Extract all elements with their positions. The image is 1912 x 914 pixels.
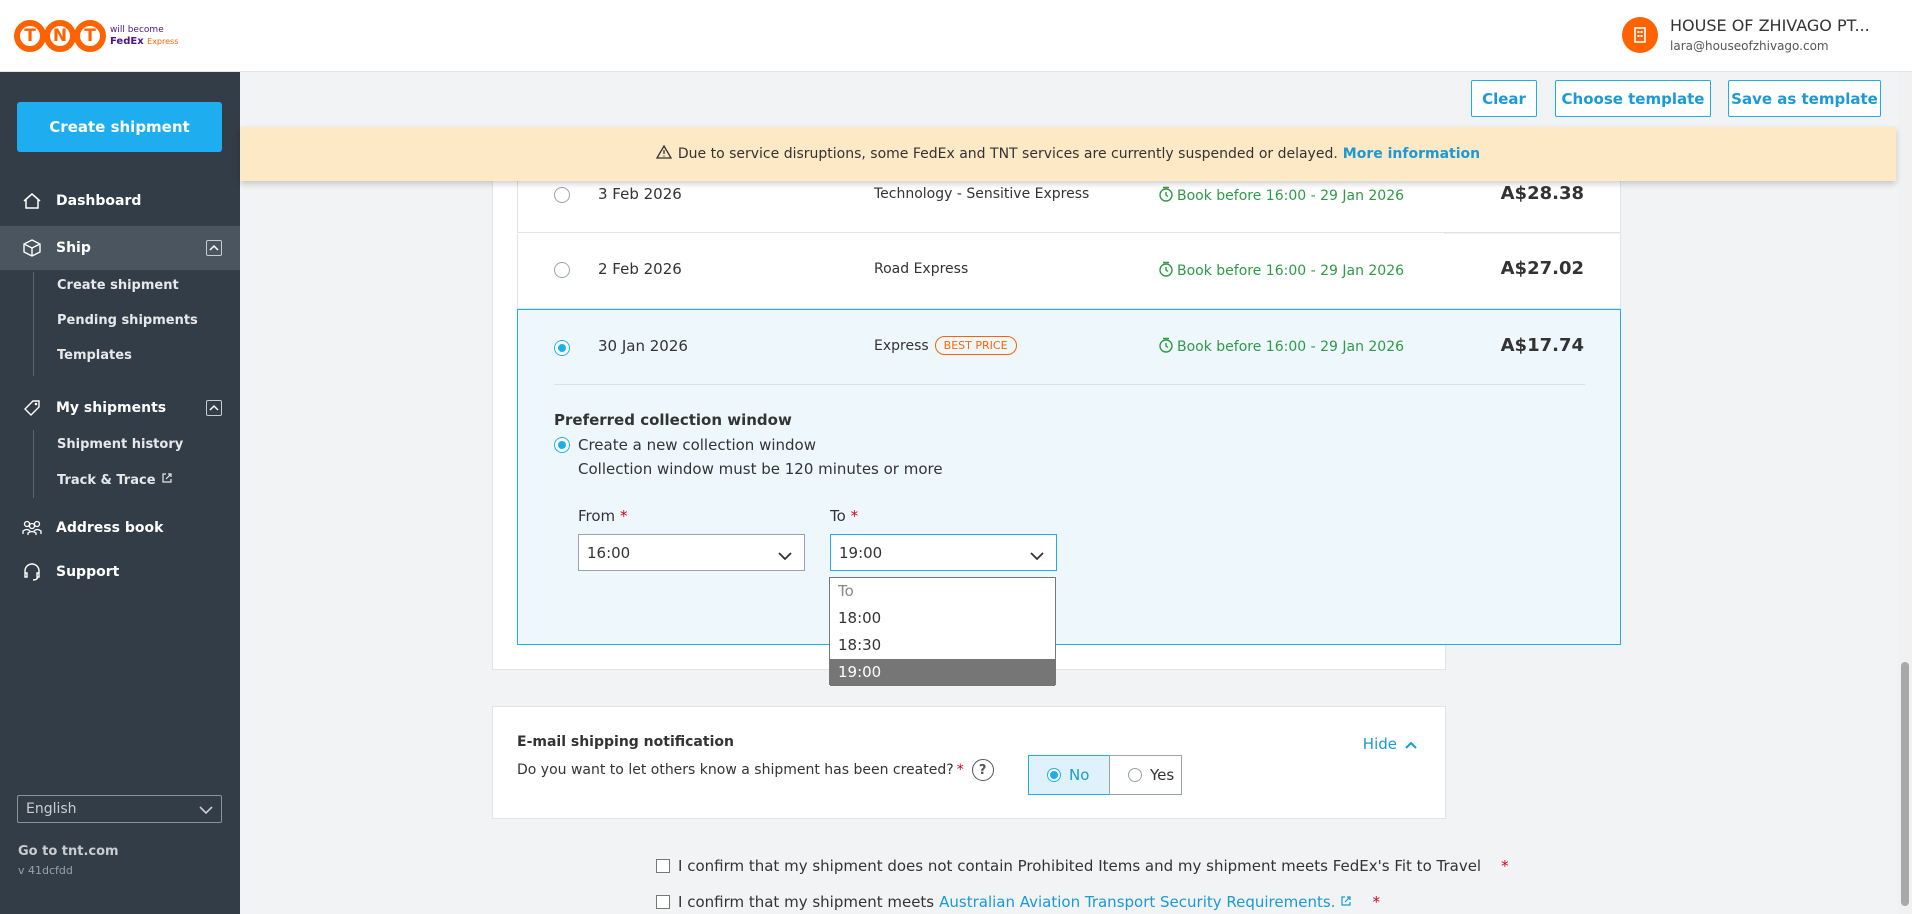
aviation-requirements-link[interactable]: Australian Aviation Transport Security R… <box>939 893 1335 911</box>
service-option-row-selected[interactable]: 30 Jan 2026 Express BEST PRICE Book befo… <box>517 309 1621 645</box>
dropdown-option-selected[interactable]: 19:00 <box>830 659 1055 686</box>
sidebar-item-create-shipment[interactable]: Create shipment <box>57 278 179 293</box>
top-header: T N T will become FedEx Express HOUSE OF… <box>0 0 1912 72</box>
dropdown-option[interactable]: To <box>830 578 1055 605</box>
clock-icon <box>1158 337 1174 357</box>
email-notification-card: E-mail shipping notification Do you want… <box>492 706 1446 819</box>
delivery-date: 2 Feb 2026 <box>598 260 682 278</box>
delivery-date: 30 Jan 2026 <box>598 337 688 355</box>
new-collection-window-option[interactable]: Create a new collection window <box>554 436 816 454</box>
more-information-link[interactable]: More information <box>1343 146 1480 162</box>
best-price-badge: BEST PRICE <box>934 336 1017 355</box>
external-link-icon <box>1340 893 1352 911</box>
clock-icon <box>1158 261 1174 281</box>
sidebar-item-shipment-history[interactable]: Shipment history <box>57 437 183 452</box>
account-email: lara@houseofzhivago.com <box>1670 39 1829 53</box>
sidebar-item-address-book[interactable]: Address book <box>0 506 240 550</box>
external-link-icon <box>161 472 173 488</box>
service-radio[interactable] <box>554 187 570 203</box>
service-radio[interactable] <box>554 262 570 278</box>
chevron-down-icon <box>1030 547 1044 565</box>
book-before: Book before 16:00 - 29 Jan 2026 <box>1158 337 1404 357</box>
sidebar-item-dashboard[interactable]: Dashboard <box>0 179 240 223</box>
account-name: HOUSE OF ZHIVAGO PT... <box>1670 16 1870 35</box>
service-option-row[interactable]: 2 Feb 2026 Road Express Book before 16:0… <box>517 234 1621 309</box>
create-shipment-button[interactable]: Create shipment <box>17 102 222 152</box>
aviation-security-confirm[interactable]: I confirm that my shipment meets Austral… <box>656 893 1380 911</box>
warning-icon <box>655 144 673 163</box>
service-price: A$17.74 <box>1500 335 1584 356</box>
email-notification-title: E-mail shipping notification <box>517 734 734 750</box>
prohibited-items-confirm[interactable]: I confirm that my shipment does not cont… <box>656 857 1509 875</box>
collection-radio[interactable] <box>554 437 570 453</box>
sidebar-item-track-trace[interactable]: Track & Trace <box>57 472 173 488</box>
home-icon <box>20 189 44 213</box>
choose-template-button[interactable]: Choose template <box>1555 80 1711 117</box>
divider <box>554 384 1585 385</box>
service-price: A$28.38 <box>1500 183 1584 204</box>
sidebar-item-pending-shipments[interactable]: Pending shipments <box>57 313 198 328</box>
goto-tnt-link[interactable]: Go to tnt.com <box>18 844 119 859</box>
language-select[interactable]: English <box>17 795 222 823</box>
scrollbar-thumb[interactable] <box>1901 662 1909 906</box>
page-scrollbar[interactable] <box>1898 72 1912 914</box>
dropdown-option[interactable]: 18:30 <box>830 632 1055 659</box>
notification-yes-option[interactable]: Yes <box>1109 755 1182 795</box>
sidebar-item-my-shipments[interactable]: My shipments <box>0 386 240 430</box>
headset-icon <box>20 560 44 584</box>
email-notification-question: Do you want to let others know a shipmen… <box>517 759 994 781</box>
to-time-select[interactable]: 19:00 <box>830 534 1057 571</box>
chevron-up-icon[interactable] <box>206 240 222 256</box>
chevron-up-icon[interactable] <box>206 400 222 416</box>
chevron-down-icon <box>778 547 792 565</box>
service-name: Road Express <box>874 261 969 277</box>
sidebar-item-support[interactable]: Support <box>0 550 240 594</box>
tag-icon <box>20 396 44 420</box>
sidebar: Create shipment Dashboard Ship Create sh… <box>0 72 240 914</box>
box-icon <box>20 236 44 260</box>
sidebar-item-ship[interactable]: Ship <box>0 226 240 270</box>
logo-tagline: will become FedEx Express <box>110 25 179 47</box>
people-icon <box>20 516 44 540</box>
to-time-dropdown: To 18:00 18:30 19:00 <box>829 577 1056 686</box>
tnt-logo[interactable]: T N T will become FedEx Express <box>14 18 178 54</box>
chevron-up-icon <box>1405 735 1417 753</box>
sidebar-item-templates[interactable]: Templates <box>57 348 132 363</box>
checkbox[interactable] <box>656 859 670 873</box>
submenu-line <box>33 272 34 376</box>
delivery-date: 3 Feb 2026 <box>598 185 682 203</box>
service-price: A$27.02 <box>1500 258 1584 279</box>
account-menu[interactable]: HOUSE OF ZHIVAGO PT... lara@houseofzhiva… <box>1622 16 1870 53</box>
tnt-logo-mark: T N T <box>14 20 106 52</box>
checkbox[interactable] <box>656 895 670 909</box>
book-before: Book before 16:00 - 29 Jan 2026 <box>1158 186 1404 206</box>
version-label: v 41dcfdd <box>18 864 73 877</box>
collection-window-note: Collection window must be 120 minutes or… <box>578 460 943 478</box>
hide-toggle[interactable]: Hide <box>1363 735 1417 753</box>
service-name: Technology - Sensitive Express <box>874 186 1090 202</box>
action-bar: Clear Choose template Save as template <box>240 72 1912 127</box>
building-icon <box>1622 16 1658 53</box>
submenu-line <box>33 430 34 498</box>
help-icon[interactable]: ? <box>971 759 994 781</box>
clock-icon <box>1158 186 1174 206</box>
book-before: Book before 16:00 - 29 Jan 2026 <box>1158 261 1404 281</box>
from-label: From * <box>578 507 628 525</box>
notification-no-option[interactable]: No <box>1028 755 1110 795</box>
dropdown-option[interactable]: 18:00 <box>830 605 1055 632</box>
from-time-select[interactable]: 16:00 <box>578 534 805 571</box>
clear-button[interactable]: Clear <box>1471 80 1537 117</box>
service-name: Express BEST PRICE <box>874 336 1017 355</box>
service-radio[interactable] <box>554 340 570 356</box>
chevron-down-icon <box>199 803 213 819</box>
radio[interactable] <box>1128 768 1142 782</box>
collection-window-title: Preferred collection window <box>554 411 792 429</box>
to-label: To * <box>830 507 859 525</box>
radio[interactable] <box>1047 768 1061 782</box>
service-disruption-banner: Due to service disruptions, some FedEx a… <box>240 127 1896 181</box>
save-as-template-button[interactable]: Save as template <box>1728 80 1881 117</box>
